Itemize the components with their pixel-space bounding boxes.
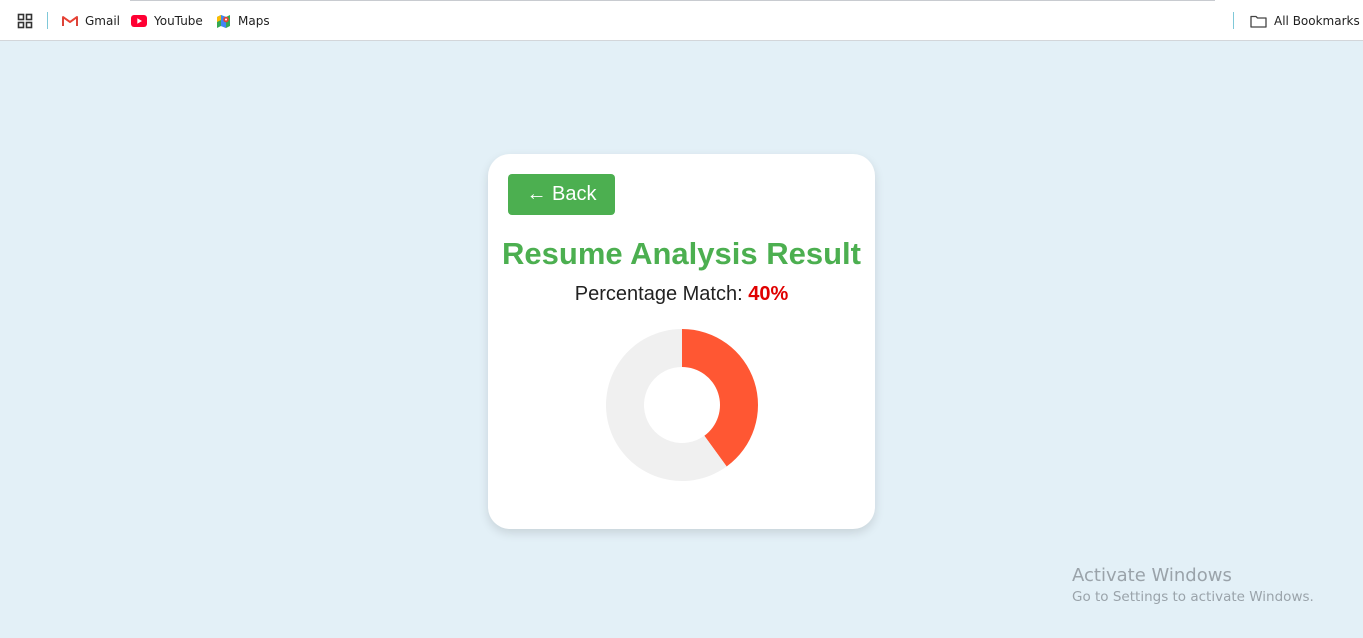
percentage-match: Percentage Match: 40% <box>488 283 875 306</box>
bookmark-gmail[interactable]: Gmail <box>62 11 120 31</box>
match-donut-chart <box>606 329 758 481</box>
gmail-icon <box>62 16 78 26</box>
tab-strip-edge <box>130 0 1215 1</box>
back-button[interactable]: ← Back <box>508 174 615 215</box>
page-title: Resume Analysis Result <box>502 236 861 271</box>
folder-icon <box>1250 15 1267 28</box>
match-label: Percentage Match: <box>574 283 743 305</box>
youtube-icon <box>131 15 147 27</box>
activate-windows-watermark: Activate Windows Go to Settings to activ… <box>1072 565 1314 606</box>
all-bookmarks-label: All Bookmarks <box>1274 14 1360 28</box>
watermark-subtitle: Go to Settings to activate Windows. <box>1072 589 1314 605</box>
bookmark-maps[interactable]: Maps <box>216 11 270 31</box>
bookmarks-divider <box>47 12 48 29</box>
bookmark-label: YouTube <box>154 14 203 28</box>
all-bookmarks-button[interactable]: All Bookmarks <box>1250 11 1360 31</box>
bookmark-label: Maps <box>238 14 270 28</box>
apps-grid-icon[interactable] <box>17 13 33 29</box>
bookmarks-bar: Gmail YouTube Maps All Bookmarks <box>0 0 1363 41</box>
result-card: ← Back Resume Analysis Result Percentage… <box>488 154 875 529</box>
bookmark-label: Gmail <box>85 14 121 28</box>
maps-icon <box>217 14 230 28</box>
bookmarks-divider <box>1233 12 1234 29</box>
watermark-title: Activate Windows <box>1072 565 1232 586</box>
bookmark-youtube[interactable]: YouTube <box>131 11 203 31</box>
match-value: 40% <box>748 283 789 305</box>
